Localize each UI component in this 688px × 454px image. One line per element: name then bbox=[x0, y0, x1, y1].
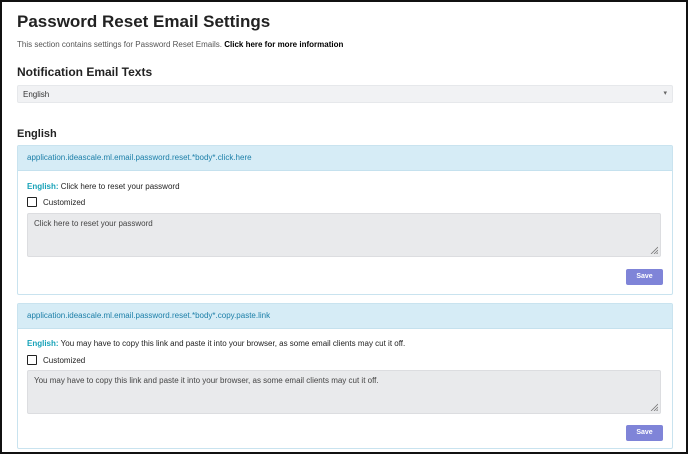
app-frame: Password Reset Email Settings This secti… bbox=[0, 0, 688, 454]
language-select[interactable]: English ▾ bbox=[17, 85, 673, 103]
translation-card: application.ideascale.ml.email.password.… bbox=[17, 145, 673, 295]
customized-row: Customized bbox=[27, 196, 663, 208]
page-title: Password Reset Email Settings bbox=[17, 12, 271, 31]
translation-key: application.ideascale.ml.email.password.… bbox=[18, 304, 672, 329]
language-text-line: English: You may have to copy this link … bbox=[27, 329, 663, 349]
customized-label: Customized bbox=[43, 197, 86, 207]
language-select-value: English bbox=[23, 90, 50, 99]
chevron-down-icon: ▾ bbox=[663, 90, 667, 97]
language-tag: English: bbox=[27, 339, 59, 348]
notification-texts-heading: Notification Email Texts bbox=[17, 65, 153, 79]
more-info-link[interactable]: Click here for more information bbox=[224, 40, 343, 49]
main-content: Password Reset Email Settings This secti… bbox=[17, 12, 673, 449]
language-default-text: Click here to reset your password bbox=[60, 182, 180, 191]
resize-handle-icon[interactable] bbox=[650, 403, 658, 411]
language-default-text: You may have to copy this link and paste… bbox=[60, 339, 406, 348]
intro-text: This section contains settings for Passw… bbox=[17, 40, 673, 50]
card-body: English: Click here to reset your passwo… bbox=[18, 171, 672, 295]
language-tag: English: bbox=[27, 182, 59, 191]
translation-key: application.ideascale.ml.email.password.… bbox=[18, 146, 672, 171]
language-section-heading: English bbox=[17, 128, 57, 140]
language-text-line: English: Click here to reset your passwo… bbox=[27, 171, 663, 192]
save-button[interactable]: Save bbox=[626, 425, 663, 441]
customized-checkbox[interactable] bbox=[27, 355, 37, 365]
customized-row: Customized bbox=[27, 354, 663, 366]
textarea-value: Click here to reset your password bbox=[34, 219, 153, 228]
resize-handle-icon[interactable] bbox=[650, 246, 658, 254]
translation-textarea[interactable]: Click here to reset your password bbox=[27, 213, 661, 257]
translation-textarea[interactable]: You may have to copy this link and paste… bbox=[27, 370, 661, 414]
textarea-value: You may have to copy this link and paste… bbox=[34, 376, 379, 385]
customized-checkbox[interactable] bbox=[27, 197, 37, 207]
customized-label: Customized bbox=[43, 355, 86, 365]
translation-card: application.ideascale.ml.email.password.… bbox=[17, 303, 673, 449]
save-button[interactable]: Save bbox=[626, 269, 663, 285]
card-body: English: You may have to copy this link … bbox=[18, 329, 672, 449]
intro-description: This section contains settings for Passw… bbox=[17, 40, 222, 49]
